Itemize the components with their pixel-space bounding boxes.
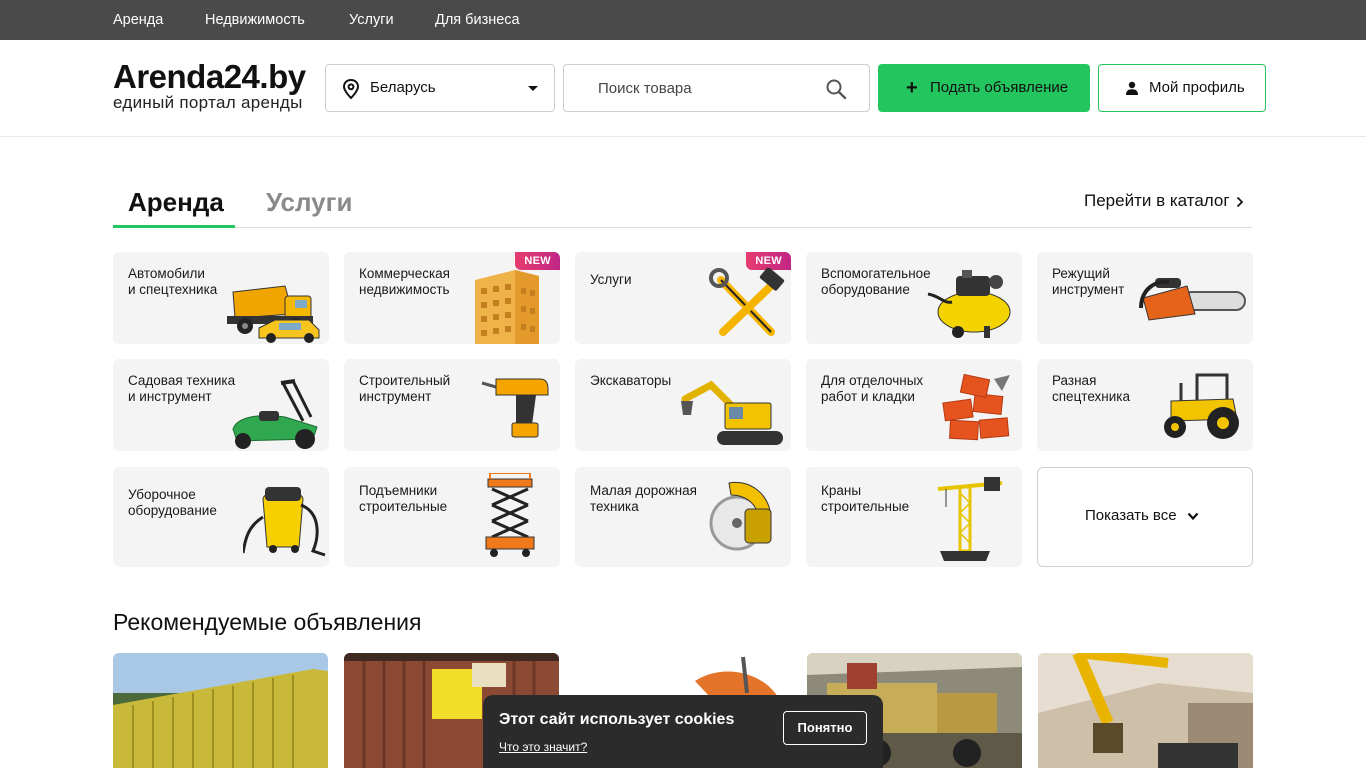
profile-label: Мой профиль	[1149, 79, 1245, 96]
topnav-item-dlya-biznesa[interactable]: Для бизнеса	[435, 0, 520, 40]
category-card-krany[interactable]: Краны строительные	[806, 467, 1022, 567]
category-card-uslugi[interactable]: Услуги NEW	[575, 252, 791, 344]
post-ad-label: Подать объявление	[930, 79, 1069, 96]
top-nav: Аренда Недвижимость Услуги Для бизнеса	[0, 0, 1366, 40]
category-card-avtomobili[interactable]: Автомобили и спецтехника	[113, 252, 329, 344]
category-card-podemniki[interactable]: Подъемники строительные	[344, 467, 560, 567]
search-icon[interactable]	[825, 78, 847, 100]
category-title: Для отделочных работ и кладки	[821, 373, 924, 404]
compressor-icon	[927, 270, 1011, 338]
catalog-link[interactable]: Перейти в каталог	[1084, 190, 1230, 212]
category-title: Услуги	[590, 272, 632, 287]
category-card-sadovaya[interactable]: Садовая техника и инструмент	[113, 359, 329, 451]
cookie-text: Этот сайт использует cookies	[499, 711, 735, 728]
region-value: Беларусь	[370, 79, 436, 96]
search-input[interactable]	[598, 65, 818, 111]
topnav-item-arenda[interactable]: Аренда	[113, 0, 163, 40]
category-title: Малая дорожная техника	[590, 483, 697, 514]
vacuum-cleaner-icon	[243, 487, 326, 557]
recommended-title: Рекомендуемые объявления	[113, 609, 422, 635]
chevron-down-icon	[1187, 512, 1199, 521]
cookie-banner: Этот сайт использует cookies Что это зна…	[483, 695, 883, 768]
category-card-raznaya[interactable]: Разная спецтехника	[1037, 359, 1253, 451]
tractor-icon	[1164, 373, 1239, 439]
chevron-right-icon[interactable]	[1236, 196, 1244, 208]
container-photo	[113, 653, 328, 768]
logo-subtitle: единый портал аренды	[113, 93, 303, 112]
category-card-vspomogatelnoe[interactable]: Вспомогательное оборудование	[806, 252, 1022, 344]
tower-crane-icon	[937, 477, 1003, 561]
excavator-photo	[1038, 653, 1253, 768]
plus-icon: +	[906, 77, 918, 99]
tab-uslugi[interactable]: Услуги	[266, 184, 352, 228]
cookie-info-link[interactable]: Что это значит?	[499, 740, 587, 754]
listing-photo[interactable]	[113, 653, 328, 768]
listing-photo[interactable]	[1038, 653, 1253, 768]
search-box	[563, 64, 870, 112]
topnav-item-nedvizhimost[interactable]: Недвижимость	[205, 0, 305, 40]
category-title: Уборочное оборудование	[128, 487, 217, 518]
category-card-nedvizhimost[interactable]: Коммерческая недвижимость NEW	[344, 252, 560, 344]
dump-truck-icon	[227, 285, 320, 343]
category-title: Строительный инструмент	[359, 373, 451, 404]
building-icon	[475, 270, 539, 344]
bricks-icon	[942, 373, 1010, 441]
lawn-mower-icon	[232, 379, 318, 449]
category-title: Подъемники строительные	[359, 483, 448, 514]
category-card-malaya-dorozhnaya[interactable]: Малая дорожная техника	[575, 467, 791, 567]
active-tab-indicator	[113, 225, 235, 228]
header: Arenda24.by единый портал аренды Беларус…	[0, 40, 1366, 137]
category-card-rezhushchiy[interactable]: Режущий инструмент	[1037, 252, 1253, 344]
topnav-item-uslugi[interactable]: Услуги	[349, 0, 394, 40]
hammer-wrench-icon	[709, 268, 785, 336]
profile-button[interactable]: Мой профиль	[1098, 64, 1266, 112]
chainsaw-icon	[1139, 278, 1246, 321]
user-icon	[1126, 81, 1138, 95]
road-saw-icon	[709, 481, 772, 551]
tab-arenda[interactable]: Аренда	[128, 184, 224, 228]
chevron-down-icon	[528, 86, 538, 91]
category-card-ekskavatory[interactable]: Экскаваторы	[575, 359, 791, 451]
region-select[interactable]: Беларусь	[325, 64, 555, 112]
scissor-lift-icon	[485, 473, 535, 557]
category-card-otdelochnye[interactable]: Для отделочных работ и кладки	[806, 359, 1022, 451]
logo-title[interactable]: Arenda24.by	[113, 58, 306, 96]
category-card-stroitelnyy[interactable]: Строительный инструмент	[344, 359, 560, 451]
location-pin-icon	[342, 79, 360, 99]
cookie-accept-button[interactable]: Понятно	[783, 711, 867, 745]
category-card-uborochnoe[interactable]: Уборочное оборудование	[113, 467, 329, 567]
drill-icon	[481, 378, 549, 438]
post-ad-button[interactable]: + Подать объявление	[878, 64, 1090, 112]
excavator-icon	[681, 380, 783, 445]
show-all-label: Показать все	[1085, 507, 1177, 524]
show-all-button[interactable]: Показать все	[1037, 467, 1253, 567]
